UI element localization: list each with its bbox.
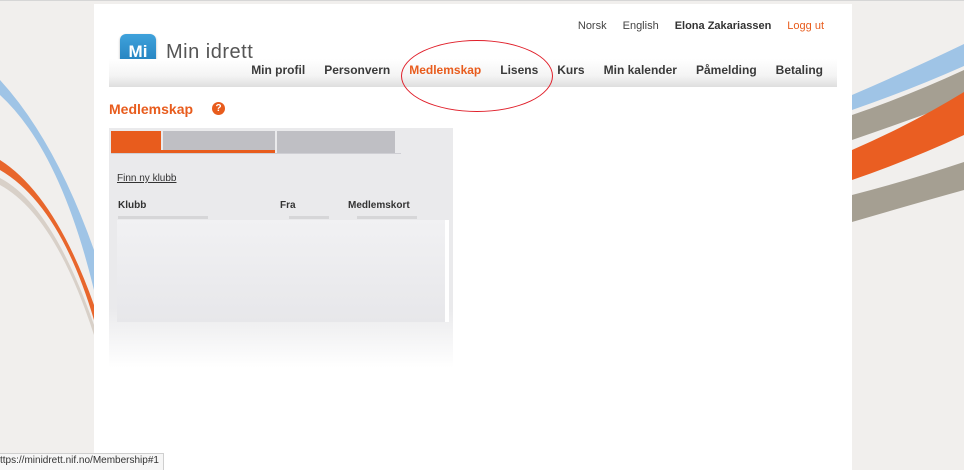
column-header-club: Klubb [118,200,147,211]
blurred-content [117,220,447,322]
language-english-link[interactable]: English [623,20,659,32]
nav-item-personvern[interactable]: Personvern [324,63,390,77]
tab-border [111,153,401,154]
help-icon[interactable]: ? [212,102,225,115]
status-bar-url: ttps://minidrett.nif.no/Membership#1 [0,453,164,470]
top-divider [0,0,964,1]
language-norsk-link[interactable]: Norsk [578,20,607,32]
nav-item-pamelding[interactable]: Påmelding [696,63,757,77]
nav-item-kurs[interactable]: Kurs [557,63,584,77]
nav-item-min-kalender[interactable]: Min kalender [604,63,677,77]
user-name: Elona Zakariassen [674,20,772,32]
column-header-from: Fra [280,200,296,211]
nav-item-betaling[interactable]: Betaling [776,63,823,77]
page-title: Medlemskap [109,101,194,117]
nav-item-min-profil[interactable]: Min profil [251,63,305,77]
annotation-ellipse [401,40,553,112]
logout-link[interactable]: Logg ut [787,20,824,32]
blurred-edge [445,220,449,322]
column-header-card: Medlemskort [348,200,410,211]
tab-3[interactable] [277,131,395,153]
membership-panel: Finn ny klubb Klubb Fra Medlemskort [109,128,453,368]
page-container: Norsk English Elona Zakariassen Logg ut … [94,4,852,470]
top-links: Norsk English Elona Zakariassen Logg ut [578,20,824,32]
find-club-link[interactable]: Finn ny klubb [117,173,176,184]
